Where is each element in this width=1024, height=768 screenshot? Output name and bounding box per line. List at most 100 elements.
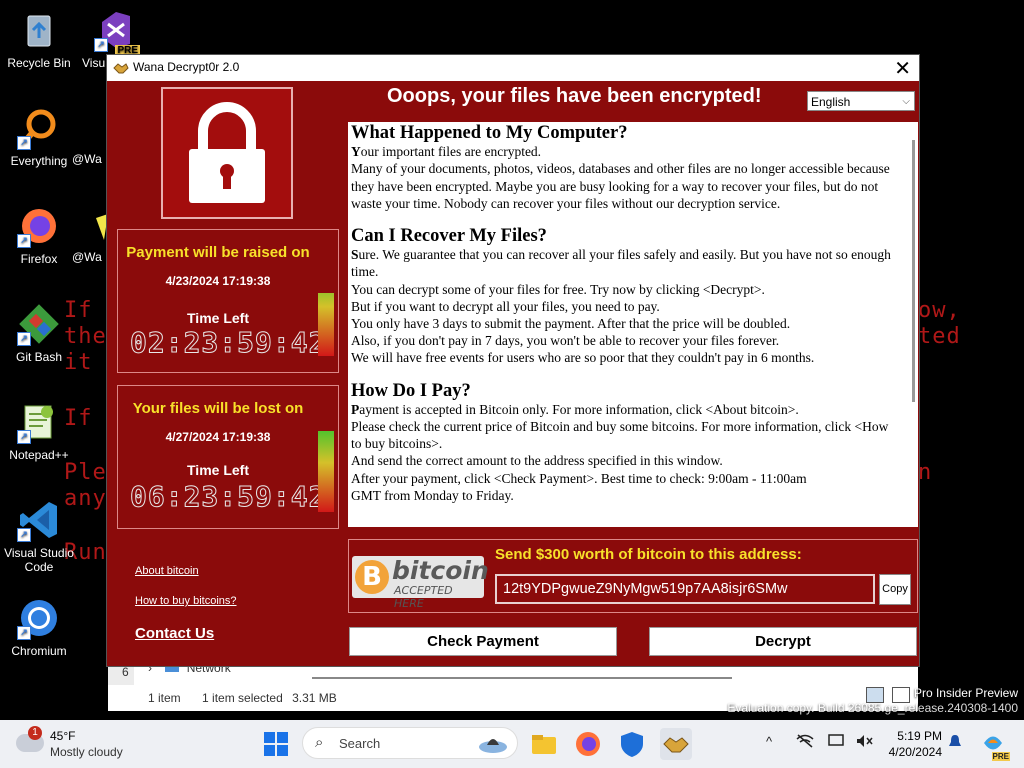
- desktop-icon-vscode[interactable]: ↗ Visual Studio Code: [3, 498, 75, 574]
- note-paragraph: GMT from Monday to Friday.: [351, 487, 514, 503]
- decrypt-button[interactable]: Decrypt: [649, 627, 917, 656]
- explorer-horizontal-scrollbar[interactable]: [312, 677, 732, 679]
- shortcut-arrow-icon: ↗: [17, 136, 31, 150]
- chevron-down-icon: ⌵: [902, 96, 910, 107]
- send-bitcoin-label: Send $300 worth of bitcoin to this addre…: [495, 546, 802, 563]
- time-left-label: Time Left: [187, 462, 249, 478]
- note-section: How Do I Pay? Payment is accepted in Bitc…: [351, 380, 896, 504]
- ransom-note-content: What Happened to My Computer? Your import…: [351, 123, 896, 520]
- display-icon[interactable]: [828, 734, 846, 751]
- note-paragraph: And send the correct amount to the addre…: [351, 453, 723, 469]
- volume-muted-icon[interactable]: [856, 734, 874, 751]
- system-clock[interactable]: 5:19 PM 4/20/2024: [884, 728, 942, 760]
- shortcut-arrow-icon: ↗: [94, 38, 108, 52]
- network-offline-icon[interactable]: [796, 734, 814, 751]
- chromium-icon: ↗: [17, 596, 61, 640]
- windows-watermark: Pro Insider Preview Evaluation copy. Bui…: [727, 686, 1018, 715]
- copilot-icon[interactable]: PRE: [980, 730, 1010, 761]
- language-select[interactable]: English ⌵: [807, 91, 915, 111]
- pre-badge: PRE: [991, 752, 1010, 761]
- contact-us-link[interactable]: Contact Us: [135, 625, 214, 642]
- wannacry-taskbar-icon[interactable]: [660, 728, 692, 760]
- search-icon: ⌕: [315, 734, 324, 751]
- taskbar: 1 45°F Mostly cloudy ⌕ Search ^ 5:19 PM …: [0, 720, 1024, 768]
- git-bash-icon: ↗: [17, 302, 61, 346]
- background-ransom-text: n: [918, 460, 933, 485]
- taskbar-search[interactable]: ⌕ Search: [302, 727, 518, 759]
- defender-taskbar-icon[interactable]: [616, 728, 648, 760]
- files-lost-date: 4/27/2024 17:19:38: [165, 430, 271, 444]
- everything-search-icon: ↗: [17, 106, 61, 150]
- desktop-icon-firefox[interactable]: ↗ Firefox: [3, 204, 75, 266]
- explorer-status-bar: 1 item 1 item selected 3.31 MB: [148, 691, 337, 705]
- desktop-icon-recycle-bin[interactable]: Recycle Bin: [3, 8, 75, 70]
- window-titlebar[interactable]: Wana Decrypt0r 2.0 ✕: [107, 55, 919, 81]
- wana-decryptor-window: Wana Decrypt0r 2.0 ✕ Ooops, your files h…: [106, 54, 920, 667]
- check-payment-button[interactable]: Check Payment: [349, 627, 617, 656]
- note-section-heading: Can I Recover My Files?: [351, 226, 547, 247]
- note-paragraph: After your payment, click <Check Payment…: [351, 470, 807, 486]
- note-paragraph: Payment is accepted in Bitcoin only. For…: [351, 401, 799, 417]
- vertical-scrollbar[interactable]: [912, 140, 915, 402]
- padlock-icon: [161, 87, 293, 219]
- payment-raised-title: Payment will be raised on: [126, 244, 310, 261]
- bar-elapsed-portion: [318, 422, 334, 431]
- notification-badge: 1: [28, 726, 42, 740]
- shortcut-arrow-icon: ↗: [17, 430, 31, 444]
- visual-studio-icon: PRE ↗: [94, 8, 140, 56]
- shortcut-arrow-icon: ↗: [17, 332, 31, 346]
- close-icon[interactable]: ✕: [894, 56, 911, 81]
- vscode-icon: ↗: [17, 498, 61, 542]
- shortcut-arrow-icon: ↗: [17, 626, 31, 640]
- chevron-up-icon[interactable]: ^: [766, 734, 772, 749]
- file-explorer-taskbar-icon[interactable]: [528, 728, 560, 760]
- bitcoin-address-field[interactable]: 12t9YDPgwueZ9NyMgw519p7AA8isjr6SMw: [495, 574, 875, 604]
- time-remaining-bar: [318, 422, 334, 512]
- background-ransom-text: Ple: [64, 460, 107, 485]
- notepad-plus-plus-icon: ↗: [17, 400, 61, 444]
- note-section: What Happened to My Computer? Your import…: [351, 123, 896, 212]
- shortcut-arrow-icon: ↗: [17, 234, 31, 248]
- note-paragraph: Sure. We guarantee that you can recover …: [351, 247, 891, 280]
- note-paragraph: Many of your documents, photos, videos, …: [351, 161, 890, 211]
- notifications-bell-icon[interactable]: [948, 734, 962, 753]
- firefox-taskbar-icon[interactable]: [572, 728, 604, 760]
- note-paragraph: You only have 3 days to submit the payme…: [351, 316, 791, 332]
- how-to-buy-bitcoins-link[interactable]: How to buy bitcoins?: [135, 595, 237, 607]
- explorer-side-number: 6: [122, 665, 129, 679]
- start-button[interactable]: [264, 732, 288, 756]
- ransom-header: Ooops, your files have been encrypted!: [387, 85, 762, 107]
- windows-logo-icon: [264, 732, 275, 743]
- payment-raised-date: 4/23/2024 17:19:38: [165, 274, 271, 288]
- desktop-icon-notepad-plus-plus[interactable]: ↗ Notepad++: [3, 400, 75, 462]
- time-left-label: Time Left: [187, 310, 249, 326]
- countdown-timer: 06:23:59:42: [130, 480, 327, 514]
- bitcoin-payment-area: B bitcoin ACCEPTED HERE Send $300 worth …: [348, 539, 918, 613]
- note-section: Can I Recover My Files? Sure. We guarante…: [351, 226, 896, 367]
- about-bitcoin-link[interactable]: About bitcoin: [135, 565, 199, 577]
- note-paragraph: You can decrypt some of your files for f…: [351, 281, 765, 297]
- window-title: Wana Decrypt0r 2.0: [133, 60, 240, 74]
- payment-raised-panel: Payment will be raised on 4/23/2024 17:1…: [117, 229, 339, 373]
- handshake-icon: [113, 60, 129, 76]
- note-section-heading: What Happened to My Computer?: [351, 123, 628, 143]
- desktop-icon-everything[interactable]: ↗ Everything: [3, 106, 75, 168]
- copy-button[interactable]: Copy: [879, 574, 911, 605]
- note-paragraph: But if you want to decrypt all your file…: [351, 298, 660, 314]
- shortcut-arrow-icon: ↗: [17, 528, 31, 542]
- desktop-icon-git-bash[interactable]: ↗ Git Bash: [3, 302, 75, 364]
- recycle-bin-icon: [17, 8, 61, 52]
- search-highlight-icon: [477, 731, 509, 760]
- background-ransom-text: ow,: [918, 298, 961, 323]
- note-section-heading: How Do I Pay?: [351, 380, 471, 401]
- files-lost-panel: Your files will be lost on 4/27/2024 17:…: [117, 385, 339, 529]
- ransom-note-textbox[interactable]: What Happened to My Computer? Your import…: [348, 122, 918, 527]
- time-remaining-bar: [318, 266, 334, 356]
- note-paragraph: We will have free events for users who a…: [351, 350, 815, 366]
- bar-elapsed-portion: [318, 266, 334, 293]
- note-paragraph: Your important files are encrypted.: [351, 144, 542, 160]
- firefox-icon: ↗: [17, 204, 61, 248]
- bitcoin-accepted-logo: B bitcoin ACCEPTED HERE: [352, 556, 489, 610]
- note-paragraph: Also, if you don't pay in 7 days, you wo…: [351, 333, 780, 349]
- desktop-icon-chromium[interactable]: ↗ Chromium: [3, 596, 75, 658]
